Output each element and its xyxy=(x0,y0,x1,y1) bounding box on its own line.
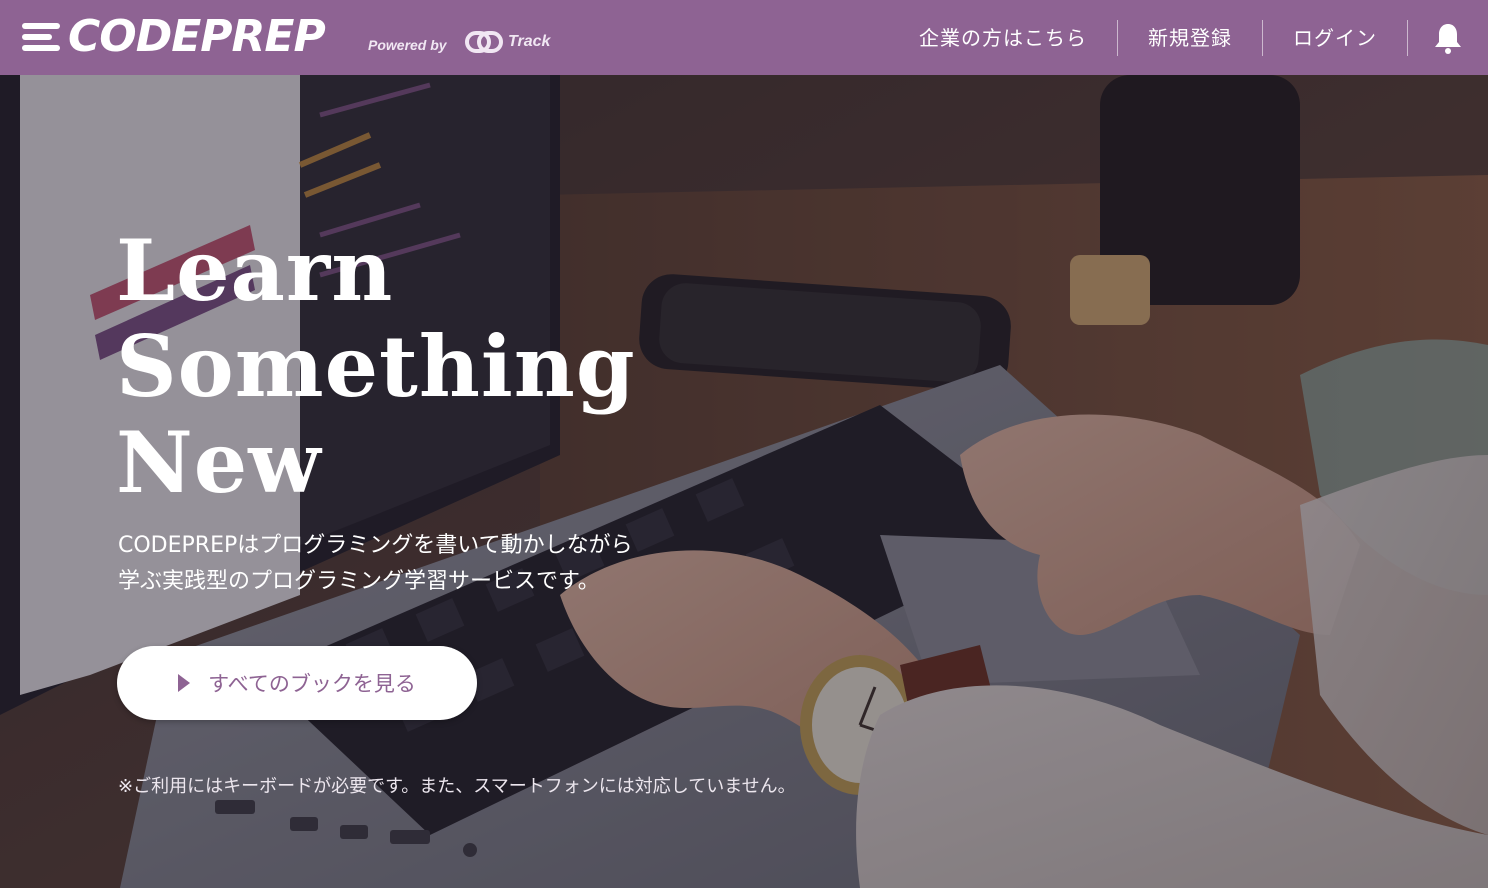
hero-headline: Learn Something New xyxy=(116,223,636,511)
notifications-button[interactable] xyxy=(1408,0,1488,75)
track-logo-text: Track xyxy=(508,33,551,50)
hero-description-line-1: CODEPREPはプログラミングを書いて動かしながら xyxy=(118,533,633,558)
headline-line-3: New xyxy=(116,413,322,512)
nav-for-companies-link[interactable]: 企業の方はこちら xyxy=(889,19,1118,56)
logo-text: CODEPREP xyxy=(68,11,326,62)
codeprep-logo[interactable]: CODEPREP xyxy=(22,11,326,62)
nav-signup-link[interactable]: 新規登録 xyxy=(1118,19,1263,56)
header-nav: 企業の方はこちら 新規登録 ログイン xyxy=(889,0,1488,75)
track-logo-icon xyxy=(465,31,503,53)
powered-by-label: Powered by xyxy=(368,37,447,53)
hero-description: CODEPREPはプログラミングを書いて動かしながら 学ぶ実践型のプログラミング… xyxy=(118,528,738,600)
hero-description-line-2: 学ぶ実践型のプログラミング学習サービスです。 xyxy=(118,569,600,594)
codeprep-logo-mark xyxy=(22,17,62,57)
page: CODEPREP Powered by Track 企業の方はこちら 新規登録 … xyxy=(0,0,1488,888)
play-icon xyxy=(178,674,191,692)
headline-line-1: Learn xyxy=(116,221,394,320)
keyboard-required-note: ※ご利用にはキーボードが必要です。また、スマートフォンには対応していません。 xyxy=(118,776,796,797)
view-all-books-label: すべてのブックを見る xyxy=(208,672,416,696)
headline-line-2: Something xyxy=(116,317,636,416)
bell-icon xyxy=(1435,23,1461,54)
top-navigation-bar: CODEPREP Powered by Track 企業の方はこちら 新規登録 … xyxy=(0,0,1488,75)
view-all-books-button[interactable]: すべてのブックを見る xyxy=(117,646,477,720)
hero-section: Learn Something New CODEPREPはプログラミングを書いて… xyxy=(0,75,1488,888)
nav-login-link[interactable]: ログイン xyxy=(1263,19,1408,56)
track-logo[interactable]: Track xyxy=(464,28,550,56)
